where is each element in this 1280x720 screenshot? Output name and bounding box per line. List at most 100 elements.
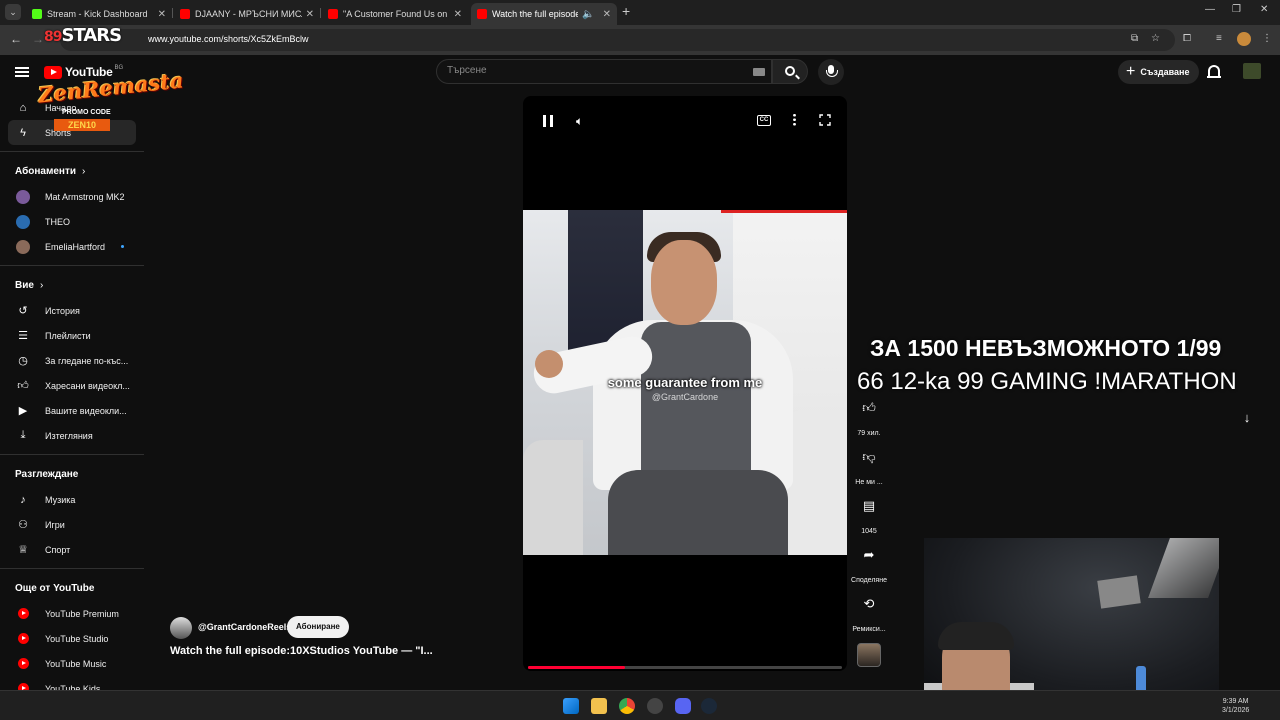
- sidebar-item-gaming[interactable]: ⚇ Игри: [0, 512, 144, 537]
- captions-icon[interactable]: CC: [757, 115, 771, 126]
- like-action[interactable]: 👍︎ 79 хил.: [847, 394, 891, 437]
- like-count: 79 хил.: [857, 430, 881, 437]
- browser-menu-icon[interactable]: ⋮: [1262, 33, 1272, 44]
- back-icon[interactable]: ←: [10, 32, 22, 46]
- forward-icon[interactable]: →: [32, 32, 44, 46]
- address-bar[interactable]: www.youtube.com/shorts/Xc5ZkEmBclw: [60, 29, 1175, 51]
- search-input[interactable]: [447, 65, 737, 76]
- video-frame[interactable]: some guarantee from me @GrantCardone: [523, 210, 847, 555]
- more-options-icon[interactable]: [793, 113, 796, 126]
- media-controls-icon[interactable]: ≡: [1216, 33, 1222, 44]
- taskbar-clock[interactable]: 9:39 AM 3/1/2026: [1222, 697, 1249, 715]
- history-icon: ↺: [18, 305, 28, 317]
- cast-icon[interactable]: ⧉: [1131, 33, 1138, 44]
- pause-icon[interactable]: [543, 115, 553, 127]
- shorts-icon: ϟ: [20, 126, 26, 139]
- tab-audio-icon[interactable]: 🔈: [582, 9, 594, 20]
- sidebar-item-subscription[interactable]: Mat Armstrong MK2: [0, 184, 144, 209]
- comment-count: 1045: [861, 528, 877, 535]
- you-heading[interactable]: Вие ›: [0, 272, 144, 298]
- discord-icon[interactable]: [675, 698, 691, 714]
- close-tab-icon[interactable]: ✕: [306, 9, 314, 20]
- tab-search-button[interactable]: ⌄: [5, 4, 21, 20]
- guide-menu-icon[interactable]: [15, 67, 29, 77]
- sidebar-item-label: Музика: [45, 494, 76, 505]
- comment-icon[interactable]: ▤: [855, 492, 883, 520]
- sidebar-item-your-videos[interactable]: ▶ Вашите видеокли...: [0, 398, 144, 423]
- create-button[interactable]: + Създаване: [1118, 60, 1200, 84]
- browser-tab-yelp[interactable]: "A Customer Found Us on Yelp ✕: [322, 3, 468, 25]
- clock-time: 9:39 AM: [1222, 698, 1249, 705]
- obs-icon[interactable]: [647, 698, 663, 714]
- browser-tab-djaany[interactable]: DJAANY - МРЪСНИ МИСЛИ ( ✕: [174, 3, 320, 25]
- steam-icon[interactable]: [701, 698, 717, 714]
- sidebar-item-youtube-studio[interactable]: YouTube Studio: [0, 626, 144, 651]
- sidebar-item-history[interactable]: ↺ История: [0, 298, 144, 323]
- sidebar-item-liked[interactable]: 👍︎ Харесани видеокл...: [0, 373, 144, 398]
- sidebar-item-label: Харесани видеокл...: [45, 380, 130, 391]
- dislike-label: Не ми ...: [855, 479, 883, 486]
- close-tab-icon[interactable]: ✕: [158, 9, 166, 20]
- remix-icon[interactable]: ⟲: [855, 590, 883, 618]
- stream-overlay-line2: 66 12-ka 99 GAMING !MARATHON: [857, 368, 1237, 395]
- file-explorer-icon[interactable]: [591, 698, 607, 714]
- maximize-icon[interactable]: ❐: [1232, 4, 1241, 15]
- webcam-panel: [1097, 575, 1141, 609]
- voice-search-button[interactable]: [818, 59, 844, 85]
- sidebar-item-youtube-premium[interactable]: YouTube Premium: [0, 601, 144, 626]
- video-title[interactable]: Watch the full episode:10XStudios YouTub…: [170, 645, 433, 657]
- video-progress-bar[interactable]: [528, 666, 842, 669]
- sidebar-item-downloads[interactable]: ⤓ Изтегляния: [0, 423, 144, 448]
- profile-avatar[interactable]: [1237, 32, 1251, 46]
- volume-icon[interactable]: 🔈︎: [576, 114, 583, 129]
- tab-title: Stream - Kick Dashboard: [47, 9, 148, 19]
- sidebar-item-music[interactable]: ♪ Музика: [0, 487, 144, 512]
- sidebar-item-label: YouTube Studio: [45, 633, 109, 644]
- youtube-play-icon: [44, 65, 62, 79]
- sidebar-item-subscription[interactable]: THEO: [0, 209, 144, 234]
- keyboard-icon[interactable]: [753, 68, 765, 76]
- subscribe-button[interactable]: Абониране: [287, 616, 349, 638]
- subscriptions-heading[interactable]: Абонаменти ›: [0, 158, 144, 184]
- browser-tab-active[interactable]: Watch the full episode:10X 🔈 ✕: [471, 3, 617, 25]
- next-short-arrow-icon[interactable]: ↓: [1233, 403, 1261, 431]
- new-content-dot: [121, 245, 124, 248]
- fullscreen-icon[interactable]: [819, 114, 831, 126]
- extensions-icon[interactable]: ⧠: [1183, 33, 1191, 44]
- browser-tab-kick[interactable]: Stream - Kick Dashboard ✕: [26, 3, 172, 25]
- minimize-icon[interactable]: —: [1205, 4, 1215, 15]
- like-icon[interactable]: 👍︎: [855, 394, 883, 422]
- browser-tab-strip: ⌄ Stream - Kick Dashboard ✕ DJAANY - МРЪ…: [0, 0, 1280, 25]
- comments-action[interactable]: ▤ 1045: [847, 492, 891, 535]
- sound-thumbnail[interactable]: [847, 643, 891, 667]
- close-window-icon[interactable]: ✕: [1260, 4, 1268, 15]
- channel-name[interactable]: @GrantCardoneReels: [198, 622, 291, 632]
- search-box[interactable]: [436, 59, 772, 84]
- sound-avatar[interactable]: [857, 643, 881, 667]
- search-button[interactable]: [772, 59, 808, 84]
- sidebar-item-youtube-music[interactable]: YouTube Music: [0, 651, 144, 676]
- sidebar-item-playlists[interactable]: ☰ Плейлисти: [0, 323, 144, 348]
- share-action[interactable]: ➦ Споделяне: [847, 541, 891, 584]
- youtube-favicon-icon: [477, 9, 487, 19]
- share-icon[interactable]: ➦: [855, 541, 883, 569]
- divider: [0, 151, 144, 152]
- account-avatar[interactable]: [1243, 63, 1261, 79]
- windows-start-icon[interactable]: [563, 698, 579, 714]
- notifications-bell-icon[interactable]: [1207, 65, 1221, 78]
- chrome-icon[interactable]: [619, 698, 635, 714]
- close-tab-icon[interactable]: ✕: [454, 9, 462, 20]
- shorts-player[interactable]: 🔈︎ CC some guarantee from me @GrantCardo…: [523, 96, 847, 671]
- sidebar-item-sports[interactable]: ♕ Спорт: [0, 537, 144, 562]
- close-tab-icon[interactable]: ✕: [603, 9, 611, 20]
- tab-title: DJAANY - МРЪСНИ МИСЛИ (: [195, 9, 302, 19]
- bookmark-star-icon[interactable]: ☆: [1151, 33, 1160, 44]
- video-watermark: @GrantCardone: [651, 392, 719, 402]
- sidebar-item-watch-later[interactable]: ◷ За гледане по-къс...: [0, 348, 144, 373]
- dislike-icon[interactable]: 👎︎: [855, 443, 883, 471]
- new-tab-button[interactable]: +: [622, 3, 630, 19]
- remix-action[interactable]: ⟲ Ремикси...: [847, 590, 891, 633]
- channel-avatar[interactable]: [170, 617, 192, 639]
- sidebar-item-subscription[interactable]: EmeliaHartford: [0, 234, 144, 259]
- dislike-action[interactable]: 👎︎ Не ми ...: [847, 443, 891, 486]
